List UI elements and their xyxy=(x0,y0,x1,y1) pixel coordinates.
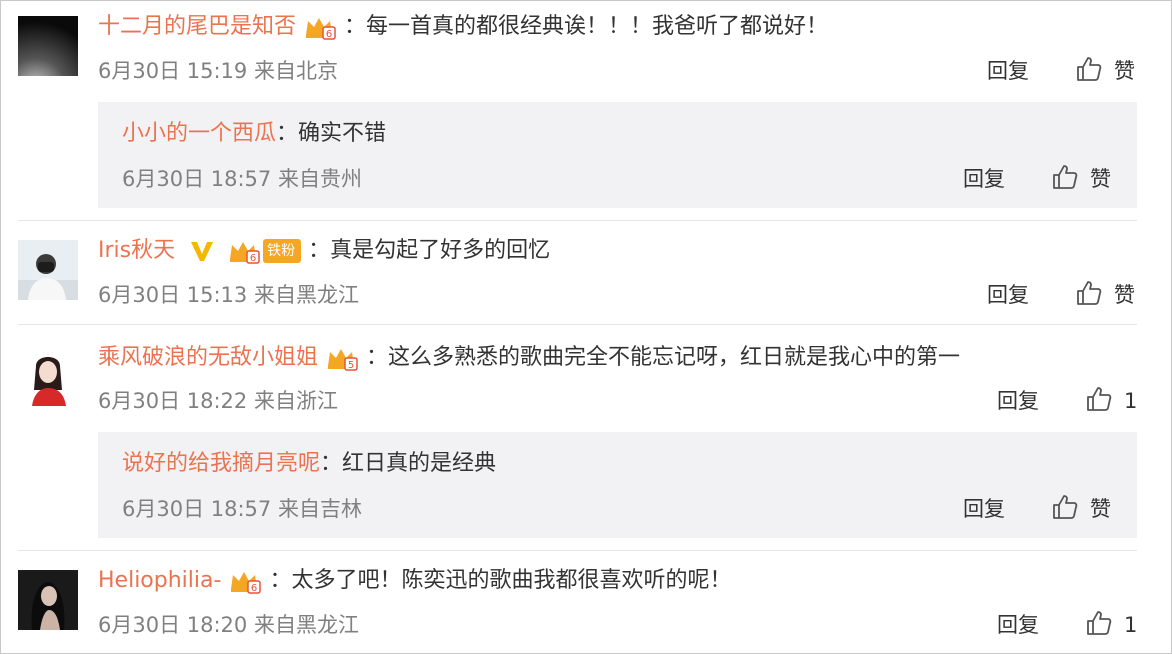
reply-button[interactable]: 回复 xyxy=(997,386,1039,416)
svg-text:6: 6 xyxy=(326,29,332,40)
username-link[interactable]: 十二月的尾巴是知否 xyxy=(98,14,296,39)
fan-badge: 铁粉 xyxy=(263,239,302,263)
thumbs-up-icon xyxy=(1086,610,1112,636)
comment-panel xyxy=(0,0,1172,654)
thumbs-up-icon xyxy=(1052,494,1078,520)
like-button[interactable]: 1 xyxy=(1086,386,1137,416)
comment-meta: 6月30日 18:20 来自黑龙江 xyxy=(98,613,359,637)
comment-line: Heliophilia- 6 ：太多了吧！陈奕迅的歌曲我都很喜欢听的呢！ xyxy=(98,563,731,599)
reply-line: 说好的给我摘月亮呢：红日真的是经典 xyxy=(122,446,496,482)
reply-text: ：红日真的是经典 xyxy=(320,451,497,476)
divider xyxy=(18,220,1137,221)
like-button[interactable]: 赞 xyxy=(1076,56,1135,86)
comment-text: ：真是勾起了好多的回忆 xyxy=(308,238,551,263)
reply-button[interactable]: 回复 xyxy=(997,610,1039,640)
reply-item: 小小的一个西瓜：确实不错 6月30日 18:57 来自贵州 回复 赞 xyxy=(98,102,1137,208)
like-button[interactable]: 赞 xyxy=(1076,280,1135,310)
like-button[interactable]: 赞 xyxy=(1052,494,1111,524)
thumbs-up-icon xyxy=(1076,280,1102,306)
username-link[interactable]: Iris秋天 xyxy=(98,238,175,263)
username-link[interactable]: Heliophilia- xyxy=(98,568,221,593)
vip-badge-icon[interactable]: 6 xyxy=(228,567,262,595)
vip-badge-icon[interactable]: 6 xyxy=(227,237,261,265)
like-button[interactable]: 赞 xyxy=(1052,164,1111,194)
username-link[interactable]: 小小的一个西瓜 xyxy=(122,121,276,146)
like-count: 赞 xyxy=(1114,283,1135,307)
like-count: 1 xyxy=(1124,613,1138,637)
comment-text: ：这么多熟悉的歌曲完全不能忘记呀，红日就是我心中的第一 xyxy=(366,345,961,370)
reply-meta: 6月30日 18:57 来自贵州 xyxy=(122,167,362,191)
vip-badge-icon[interactable]: 5 xyxy=(325,344,359,372)
reply-meta: 6月30日 18:57 来自吉林 xyxy=(122,497,362,521)
avatar[interactable] xyxy=(18,16,78,76)
username-link[interactable]: 说好的给我摘月亮呢 xyxy=(122,451,320,476)
reply-line: 小小的一个西瓜：确实不错 xyxy=(122,116,386,152)
divider xyxy=(18,550,1137,551)
comment-line: 乘风破浪的无敌小姐姐 5 ：这么多熟悉的歌曲完全不能忘记呀，红日就是我心中的第一 xyxy=(98,340,960,376)
reply-button[interactable]: 回复 xyxy=(987,56,1029,86)
comment-meta: 6月30日 15:13 来自黑龙江 xyxy=(98,283,359,307)
comment-meta: 6月30日 15:19 来自北京 xyxy=(98,59,338,83)
username-link[interactable]: 乘风破浪的无敌小姐姐 xyxy=(98,345,318,370)
comment-text: ：每一首真的都很经典诶！！！我爸听了都说好！ xyxy=(344,14,829,39)
reply-button[interactable]: 回复 xyxy=(963,164,1005,194)
divider xyxy=(18,324,1137,325)
avatar[interactable] xyxy=(18,570,78,630)
svg-text:5: 5 xyxy=(348,360,354,371)
vip-badge-icon[interactable]: 6 xyxy=(303,13,337,41)
comment-meta: 6月30日 18:22 来自浙江 xyxy=(98,389,338,413)
avatar[interactable] xyxy=(18,240,78,300)
reply-text: ：确实不错 xyxy=(276,121,387,146)
reply-button[interactable]: 回复 xyxy=(963,494,1005,524)
svg-text:6: 6 xyxy=(250,253,256,264)
like-count: 赞 xyxy=(1114,59,1135,83)
thumbs-up-icon xyxy=(1076,56,1102,82)
avatar[interactable] xyxy=(18,346,78,406)
reply-item: 说好的给我摘月亮呢：红日真的是经典 6月30日 18:57 来自吉林 回复 赞 xyxy=(98,432,1137,538)
comment-line: 十二月的尾巴是知否 6 ：每一首真的都很经典诶！！！我爸听了都说好！ xyxy=(98,9,828,45)
thumbs-up-icon xyxy=(1052,164,1078,190)
reply-button[interactable]: 回复 xyxy=(987,280,1029,310)
like-count: 1 xyxy=(1124,389,1138,413)
verified-v-icon xyxy=(188,237,216,265)
comment-text: ：太多了吧！陈奕迅的歌曲我都很喜欢听的呢！ xyxy=(269,568,732,593)
svg-text:6: 6 xyxy=(251,583,257,594)
thumbs-up-icon xyxy=(1086,386,1112,412)
like-button[interactable]: 1 xyxy=(1086,610,1137,640)
comment-line: Iris秋天 6 铁粉 ：真是勾起了好多的回忆 xyxy=(98,233,550,269)
like-count: 赞 xyxy=(1090,497,1111,521)
like-count: 赞 xyxy=(1090,167,1111,191)
